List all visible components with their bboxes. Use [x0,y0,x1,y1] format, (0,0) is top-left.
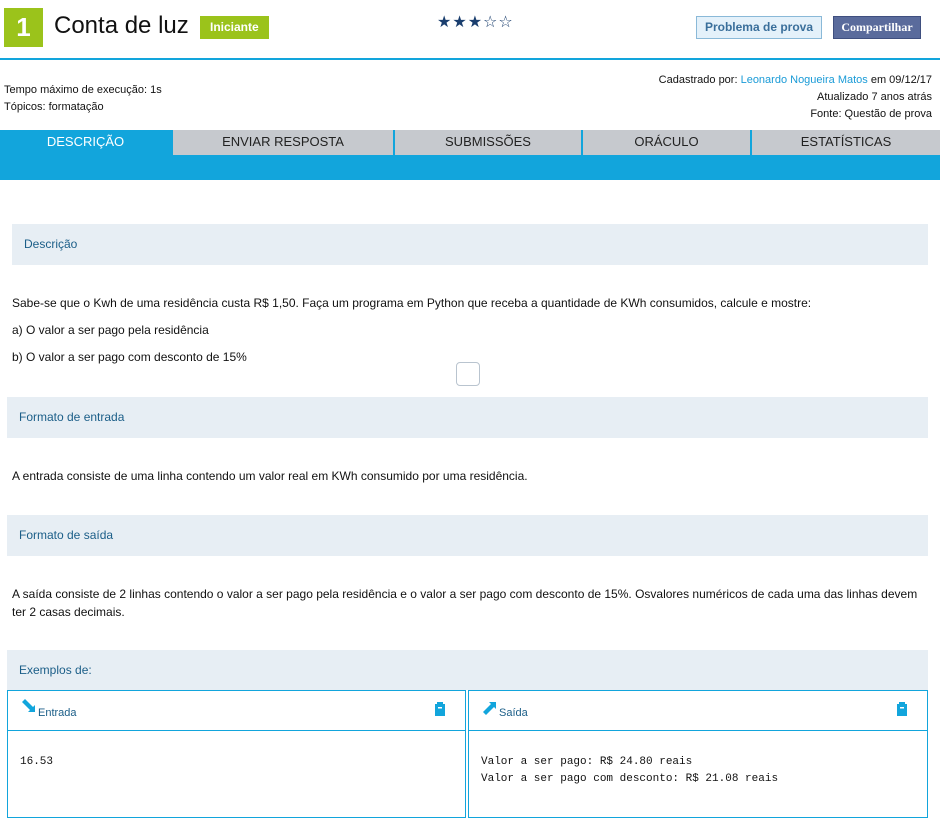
share-button[interactable]: Compartilhar [833,16,921,39]
tab-statistics[interactable]: ESTATÍSTICAS [752,130,940,155]
examples-heading: Exemplos de: [7,650,928,690]
description-heading: Descrição [12,224,928,265]
problem-header: 1 Conta de luz Iniciante ★★★☆☆ Problema … [0,0,940,60]
level-indicator: 1 [4,8,43,47]
copy-clipboard-icon[interactable] [433,701,447,717]
tab-oracle[interactable]: ORÁCULO [583,130,750,155]
report-problem-button[interactable]: Problema de prova [696,16,822,39]
topics: Tópicos: formatação [4,101,104,113]
output-format-heading: Formato de saída [7,515,928,556]
arrow-down-right-icon [22,699,35,712]
example-input-box: Entrada 16.53 [7,690,466,818]
registered-by: Cadastrado por: Leonardo Nogueira Matos … [658,74,932,86]
rating-stars[interactable]: ★★★☆☆ [437,12,514,31]
example-input-label: Entrada [38,707,77,719]
difficulty-badge: Iniciante [200,16,269,39]
input-format-heading: Formato de entrada [7,397,928,438]
time-limit: Tempo máximo de execução: 1s [4,84,162,96]
problem-info: Cadastrado por: Leonardo Nogueira Matos … [659,72,932,123]
input-format-text: A entrada consiste de uma linha contendo… [12,469,528,483]
tab-bar: DESCRIÇÃO ENVIAR RESPOSTA SUBMISSÕES ORÁ… [0,130,940,180]
tab-submissions[interactable]: SUBMISSÕES [395,130,581,155]
example-output-value: Valor a ser pago: R$ 24.80 reais Valor a… [481,756,779,785]
example-input-value: 16.53 [20,756,54,768]
example-output-label: Saída [499,707,528,719]
output-format-text: A saída consiste de 2 linhas contendo o … [12,587,918,619]
example-output-header: Saída [469,691,927,731]
example-output-box: Saída Valor a ser pago: R$ 24.80 reais V… [468,690,928,818]
page-title: Conta de luz [54,12,189,39]
copy-clipboard-icon[interactable] [895,701,909,717]
description-item-b: b) O valor a ser pago com desconto de 15… [12,350,247,364]
description-text: Sabe-se que o Kwh de uma residência cust… [12,296,812,310]
checkbox-placeholder-icon [456,362,480,386]
updated-info: Atualizado 7 anos atrás [817,91,932,103]
tab-submit-answer[interactable]: ENVIAR RESPOSTA [173,130,393,155]
author-link[interactable]: Leonardo Nogueira Matos [741,74,868,86]
problem-limits: Tempo máximo de execução: 1s Tópicos: fo… [4,82,162,116]
arrow-up-right-icon [483,702,496,715]
description-item-a: a) O valor a ser pago pela residência [12,323,209,337]
tab-description[interactable]: DESCRIÇÃO [0,130,171,155]
example-input-header: Entrada [8,691,465,731]
source-info: Fonte: Questão de prova [810,108,932,120]
